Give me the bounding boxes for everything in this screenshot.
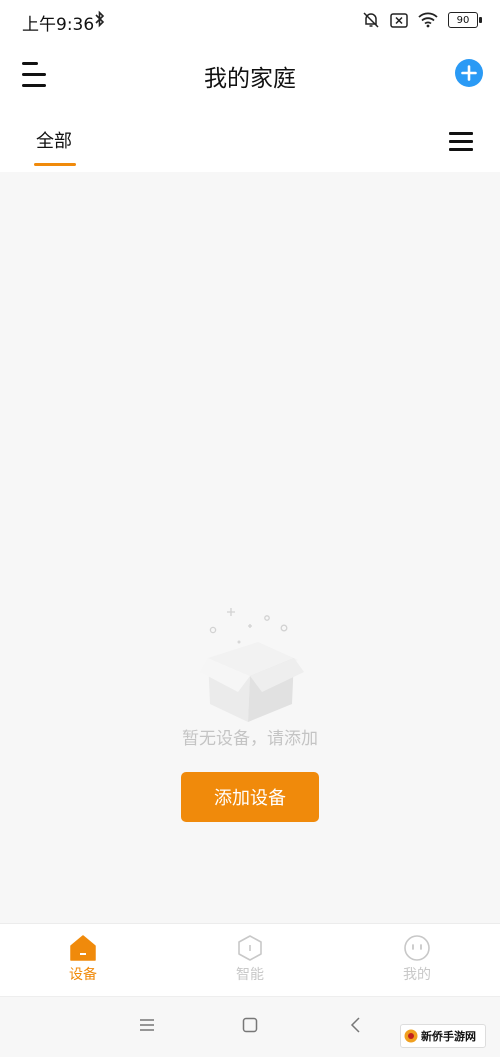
tab-all[interactable]: 全部 xyxy=(36,127,72,153)
empty-box-icon xyxy=(200,608,304,722)
empty-state-message: 暂无设备，请添加 xyxy=(182,729,318,749)
nav-label: 我的 xyxy=(403,967,431,983)
home-icon xyxy=(70,935,96,961)
sim-none-icon xyxy=(390,12,408,28)
bluetooth-icon xyxy=(95,10,105,28)
watermark-logo-icon xyxy=(404,1029,418,1043)
menu-line xyxy=(449,132,473,135)
nav-label: 智能 xyxy=(236,967,264,983)
nav-item-smart[interactable]: 智能 xyxy=(200,934,300,984)
plus-icon xyxy=(461,65,477,81)
back-chevron-icon[interactable] xyxy=(348,1017,364,1033)
active-tab-indicator xyxy=(34,163,76,166)
status-bar: 上午9:36 90 xyxy=(0,0,500,40)
menu-line xyxy=(449,140,473,143)
room-tabs: 全部 xyxy=(0,110,500,172)
menu-line xyxy=(449,148,473,151)
face-profile-icon xyxy=(404,935,430,961)
bell-muted-icon xyxy=(363,12,379,28)
page-title: 我的家庭 xyxy=(204,66,296,92)
home-square-icon[interactable] xyxy=(242,1017,258,1033)
add-button[interactable] xyxy=(455,59,483,87)
nav-label: 设备 xyxy=(69,967,97,983)
add-device-button[interactable]: 添加设备 xyxy=(181,772,319,822)
watermark-text: 新侨手游网 xyxy=(421,1030,476,1043)
room-list-menu-button[interactable] xyxy=(449,132,473,151)
battery-indicator: 90 xyxy=(448,12,482,28)
watermark-badge: 新侨手游网 xyxy=(400,1024,486,1048)
battery-level: 90 xyxy=(456,14,470,26)
bottom-nav: 设备 智能 我的 xyxy=(0,923,500,996)
wifi-icon xyxy=(418,12,438,28)
app-header: 我的家庭 xyxy=(0,40,500,110)
hexagon-smart-icon xyxy=(238,935,262,961)
recents-icon[interactable] xyxy=(139,1017,155,1033)
status-time: 上午9:36 xyxy=(22,15,95,35)
nav-item-devices[interactable]: 设备 xyxy=(33,934,133,984)
nav-item-profile[interactable]: 我的 xyxy=(367,934,467,984)
